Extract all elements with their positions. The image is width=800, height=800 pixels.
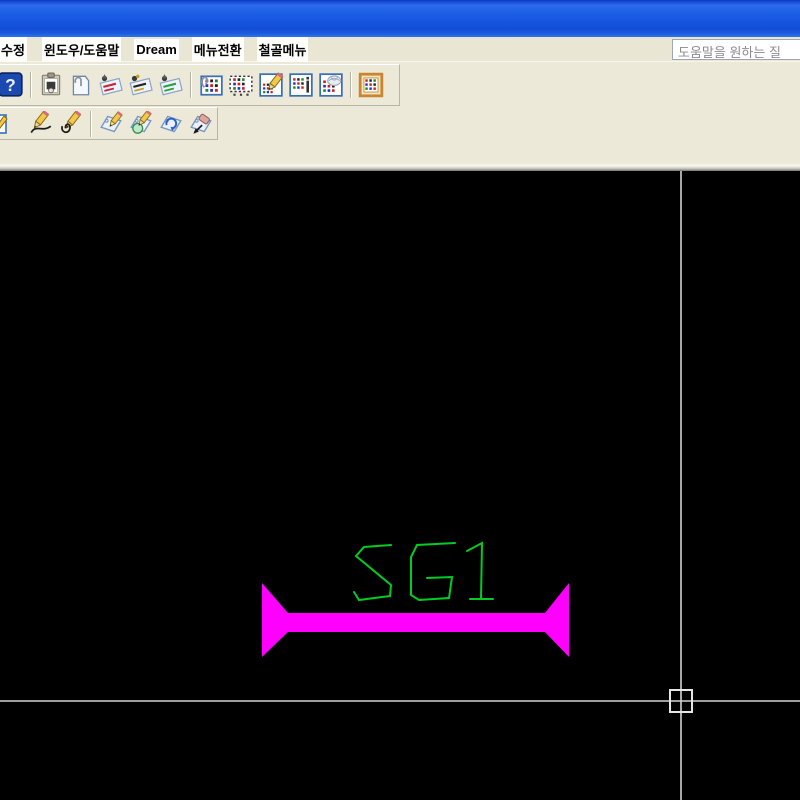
help-icon: ? xyxy=(0,72,23,97)
matchprop-yellow-icon xyxy=(129,74,153,96)
block-attribute-icon xyxy=(289,73,313,97)
menu-item-dream[interactable]: Dream xyxy=(134,38,179,60)
clipboard-paper-icon xyxy=(72,75,90,96)
tag-pencil-icon xyxy=(100,110,124,132)
matchprop-green-icon xyxy=(159,74,183,96)
paste-button[interactable] xyxy=(36,70,66,100)
edit-spline-button[interactable] xyxy=(56,110,86,137)
menu-item-window-help[interactable]: 윈도우/도움말 xyxy=(41,36,122,62)
matchprop-yellow-button[interactable] xyxy=(126,70,156,100)
tag-refresh-button[interactable] xyxy=(156,110,186,137)
glyph-G xyxy=(410,542,456,602)
tag-pencil-circle-icon xyxy=(130,110,152,134)
block-edit-button[interactable] xyxy=(256,70,286,100)
block-marquee-button[interactable] xyxy=(226,70,256,100)
block-library-button[interactable] xyxy=(356,70,386,100)
toolbar-separator xyxy=(190,72,192,98)
block-edit-pencil-icon xyxy=(259,72,284,97)
menu-item-modify[interactable]: 수정 xyxy=(0,36,27,62)
block-marquee-icon xyxy=(229,75,253,96)
matchprop-red-button[interactable] xyxy=(96,70,126,100)
paste-icon xyxy=(41,72,61,96)
block-globe-icon xyxy=(319,73,343,97)
edit-polyline-button[interactable] xyxy=(26,110,56,137)
beam-right-arrowhead xyxy=(545,583,569,657)
toolbar-text-edit xyxy=(0,107,218,140)
girder-symbol[interactable]: SG1 xyxy=(262,541,569,657)
pencil-curve-icon xyxy=(30,110,52,133)
menu-bar: 수정 윈도우/도움말 Dream 메뉴전환 철골메뉴 도움말을 원하는 질 xyxy=(0,36,800,62)
block-attribute-button[interactable] xyxy=(286,70,316,100)
toolbar-standard: ? xyxy=(0,64,400,106)
toolbar-separator xyxy=(90,110,92,137)
help-button[interactable]: ? xyxy=(0,70,26,100)
matchprop-red-icon xyxy=(99,74,123,96)
tag-eraser-arrow-icon xyxy=(190,113,212,134)
copy-link-button[interactable] xyxy=(66,70,96,100)
glyph-1-flag xyxy=(466,541,484,600)
toolbar-dock: ? xyxy=(0,62,800,171)
help-search-input[interactable]: 도움말을 원하는 질 xyxy=(672,39,800,60)
svg-text:?: ? xyxy=(5,75,16,95)
tag-edit-circle-button[interactable] xyxy=(126,110,156,137)
block-paperclip-button[interactable] xyxy=(196,70,226,100)
title-bar xyxy=(0,0,800,37)
beam-label xyxy=(353,541,494,602)
client-area-edge xyxy=(0,163,800,171)
glyph-S xyxy=(353,544,393,602)
beam-left-arrowhead xyxy=(262,583,288,657)
tag-erase-button[interactable] xyxy=(186,110,216,137)
clipped-edit-button[interactable] xyxy=(0,110,26,137)
drawing-canvas[interactable]: SG1 xyxy=(0,171,800,800)
toolbar-separator xyxy=(350,72,352,98)
block-paperclip-icon xyxy=(200,75,223,96)
menu-item-menu-switch[interactable]: 메뉴전환 xyxy=(191,36,244,62)
block-orange-frame-icon xyxy=(358,72,384,98)
block-globe-button[interactable] xyxy=(316,70,346,100)
menu-item-steel-menu[interactable]: 철골메뉴 xyxy=(256,36,309,62)
clipped-pencil-sheet-icon xyxy=(0,113,8,134)
tag-edit-button[interactable] xyxy=(96,110,126,137)
crosshair-cursor[interactable] xyxy=(0,171,800,800)
matchprop-green-button[interactable] xyxy=(156,70,186,100)
tag-refresh-icon xyxy=(160,115,182,132)
app-window: 수정 윈도우/도움말 Dream 메뉴전환 철골메뉴 도움말을 원하는 질 ? xyxy=(0,0,800,800)
beam-bar xyxy=(288,613,545,632)
pencil-hook-icon xyxy=(61,110,82,133)
toolbar-separator xyxy=(30,72,32,98)
